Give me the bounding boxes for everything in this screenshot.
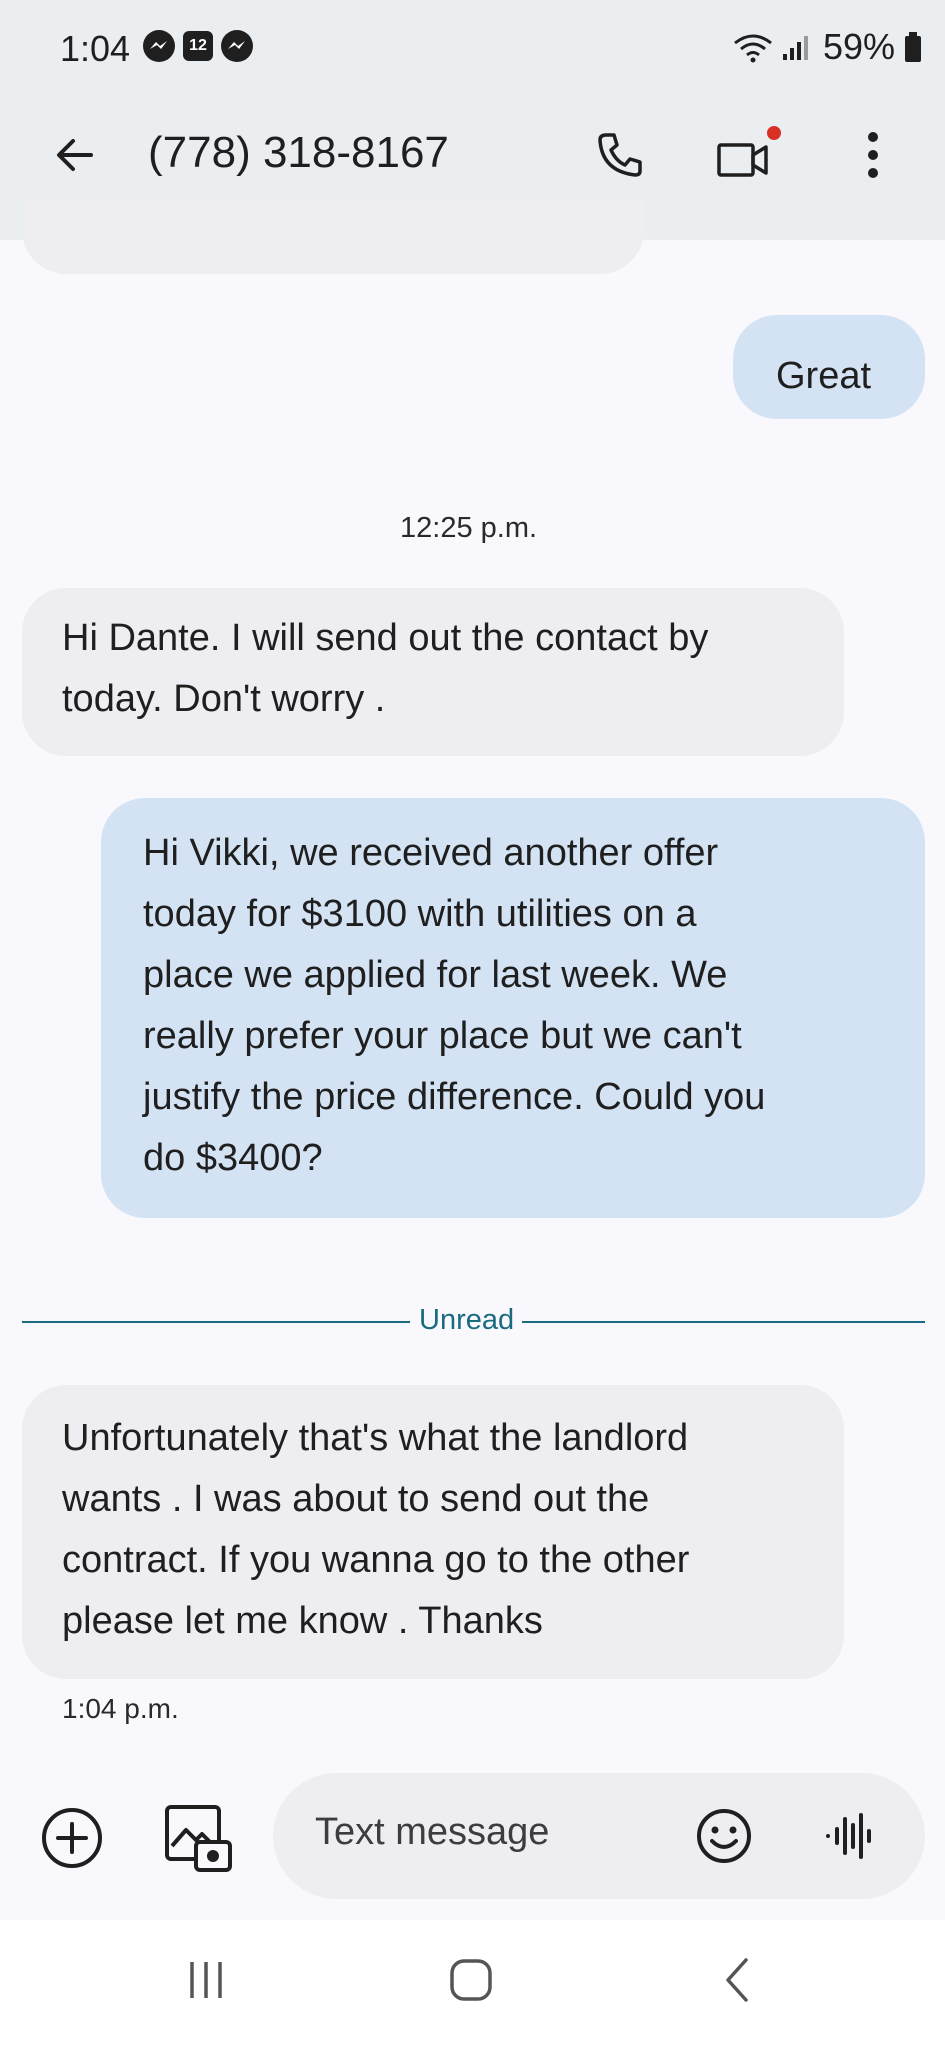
unread-divider-line [522,1321,925,1323]
home-button[interactable] [447,1956,495,2009]
messenger-icon [221,30,253,62]
message-text: Great [776,355,872,397]
emoji-button[interactable] [695,1807,753,1870]
emoji-icon [697,1809,751,1863]
battery-percent: 59% [822,26,895,67]
more-vert-icon [868,132,878,178]
timestamp: 1:04 p.m. [62,1693,179,1724]
incoming-message[interactable]: Unfortunately that's what the landlord w… [22,1385,844,1679]
back-button[interactable] [40,120,110,190]
message-text: today for $3100 with utilities on a [143,893,697,935]
clip-guide [0,240,945,241]
add-circle-icon [42,1808,102,1868]
audio-waveform-icon [826,1813,871,1859]
phone-icon [598,133,642,177]
arrow-back-icon [57,139,93,171]
unread-divider-line [22,1321,410,1323]
message-text: Hi Dante. I will send out the contact by [62,617,709,659]
message-input[interactable]: Text message [273,1773,925,1899]
message-text: please let me know . Thanks [62,1600,543,1642]
system-nav-bar [0,1920,945,2048]
gallery-camera-icon [165,1805,232,1872]
home-icon [450,1959,492,2001]
message-text: place we applied for last week. We [143,954,728,996]
message-text: do $3400? [143,1137,323,1179]
add-attachment-button[interactable] [40,1806,104,1875]
message-text: contract. If you wanna go to the other [62,1539,690,1581]
outgoing-message[interactable]: Great [733,315,925,419]
message-text: justify the price difference. Could you [143,1076,766,1118]
message-text: today. Don't worry . [62,678,386,720]
message-text: Unfortunately that's what the landlord [62,1417,689,1459]
back-nav-button[interactable] [718,1954,758,2011]
message-text: Hi Vikki, we received another offer [143,832,719,874]
call-button[interactable] [585,120,655,190]
incoming-message[interactable]: Hi Dante. I will send out the contact by… [22,588,844,756]
unread-label: Unread [419,1304,515,1336]
gallery-button[interactable] [162,1802,234,1879]
message-text: really prefer your place but we can't [143,1015,742,1057]
voice-message-button[interactable] [823,1809,877,1868]
contact-title[interactable]: (778) 318-8167 [148,128,449,178]
wifi-icon [734,34,772,63]
timestamp: 12:25 p.m. [400,512,538,544]
message-input-placeholder: Text message [315,1811,550,1853]
status-time: 1:04 [60,28,131,69]
notification-icons: 12 [143,30,253,62]
outgoing-message[interactable]: Hi Vikki, we received another offer toda… [101,798,925,1218]
recents-icon [190,1962,222,1998]
calendar-icon: 12 [183,31,213,61]
chevron-left-icon [726,1958,748,2002]
signal-icon [782,36,808,60]
message-bubble-partial[interactable] [22,200,644,274]
system-status: 59% [733,26,923,68]
video-call-button[interactable] [712,120,782,190]
more-options-button[interactable] [838,120,908,190]
video-camera-icon [717,126,781,177]
message-text: wants . I was about to send out the [62,1478,650,1520]
battery-icon [905,32,921,62]
messenger-icon [143,30,175,62]
recent-apps-button[interactable] [182,1958,230,2007]
